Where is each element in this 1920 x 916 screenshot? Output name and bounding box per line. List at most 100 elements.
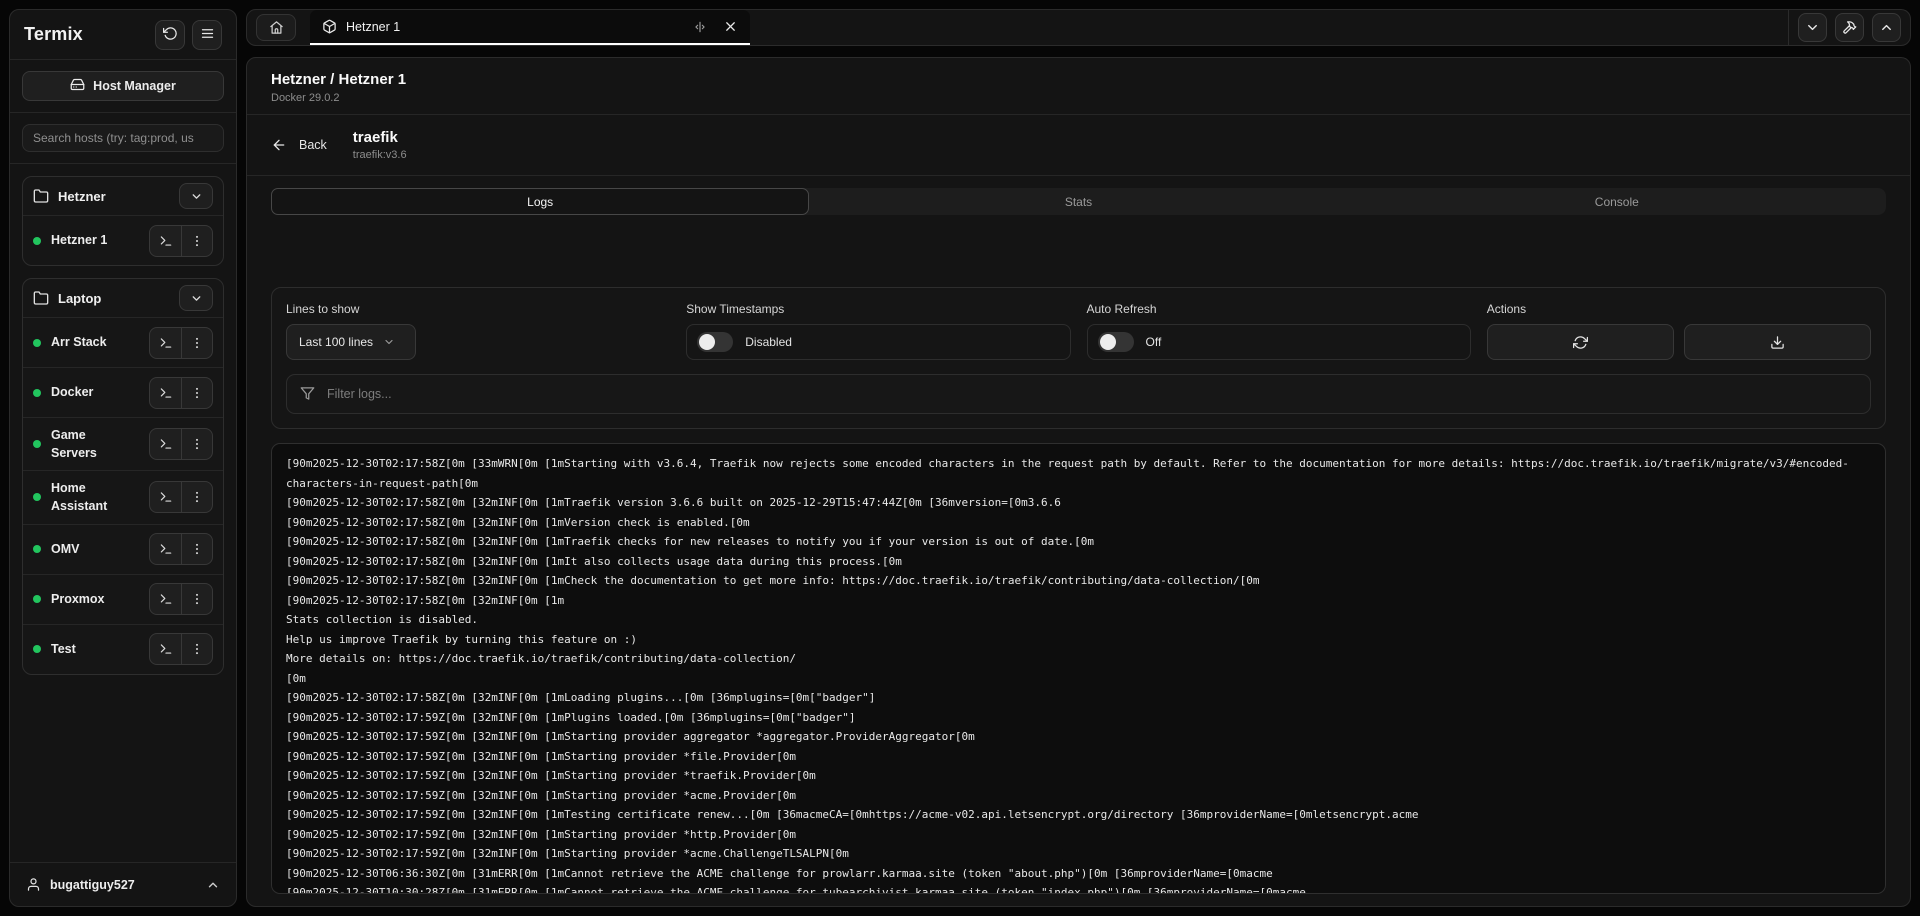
log-filter	[286, 374, 1871, 414]
host-name: Game Servers	[51, 426, 135, 462]
lines-to-show-value: Last 100 lines	[299, 335, 373, 349]
host-menu-button[interactable]	[181, 378, 212, 408]
folder-icon	[33, 290, 49, 306]
host-manager-button[interactable]: Host Manager	[22, 71, 224, 101]
sidebar-host-game-servers[interactable]: Game Servers	[23, 417, 223, 470]
sidebar-host-test[interactable]: Test	[23, 624, 223, 674]
folder-icon	[33, 188, 49, 204]
sidebar-host-omv[interactable]: OMV	[23, 524, 223, 574]
terminal-icon	[159, 386, 173, 400]
auto-refresh-control: Auto Refresh Off	[1087, 302, 1471, 360]
back-label: Back	[299, 138, 327, 152]
admin-tools-button[interactable]	[1835, 13, 1864, 42]
timestamps-toggle[interactable]	[697, 332, 733, 352]
sidebar-header: Termix	[10, 10, 236, 60]
toggle-knob	[1100, 334, 1116, 350]
tab-console[interactable]: Console	[1348, 188, 1886, 215]
split-view-icon[interactable]	[693, 20, 707, 34]
rotate-ccw-icon	[163, 26, 178, 44]
host-status-dot	[33, 389, 41, 397]
host-menu-button[interactable]	[181, 584, 212, 614]
more-vertical-icon	[190, 336, 204, 350]
group-name: Laptop	[58, 291, 101, 306]
home-button[interactable]	[256, 14, 296, 41]
group-collapse-button[interactable]	[179, 285, 213, 311]
host-terminal-button[interactable]	[150, 482, 181, 512]
download-logs-button[interactable]	[1684, 324, 1871, 360]
sidebar-menu-button[interactable]	[192, 20, 222, 50]
home-icon	[269, 20, 284, 35]
actions-control: Actions	[1487, 302, 1871, 360]
lines-to-show-dropdown[interactable]: Last 100 lines	[286, 324, 416, 360]
container-header: Back traefik traefik:v3.6	[247, 115, 1910, 176]
main-panel: Hetzner / Hetzner 1 Docker 29.0.2 Back t…	[246, 57, 1911, 907]
host-status-dot	[33, 339, 41, 347]
host-menu-button[interactable]	[181, 226, 212, 256]
actions-label: Actions	[1487, 302, 1871, 316]
log-output[interactable]: [90m2025-12-30T02:17:58Z[0m [33mWRN[0m […	[271, 443, 1886, 894]
refresh-hosts-button[interactable]	[155, 20, 185, 50]
search-hosts-input[interactable]	[22, 124, 224, 152]
host-group-laptop: Laptop Arr Stack Docker	[22, 278, 224, 675]
host-menu-button[interactable]	[181, 429, 212, 459]
host-terminal-button[interactable]	[150, 378, 181, 408]
server-title: Hetzner / Hetzner 1	[271, 71, 1886, 88]
container-view: Logs Stats Console Lines to show Last 10…	[247, 176, 1910, 906]
auto-refresh-label: Auto Refresh	[1087, 302, 1471, 316]
menu-icon	[200, 26, 215, 44]
host-menu-button[interactable]	[181, 534, 212, 564]
host-terminal-button[interactable]	[150, 328, 181, 358]
lines-to-show-label: Lines to show	[286, 302, 670, 316]
sidebar-host-home-assistant[interactable]: Home Assistant	[23, 470, 223, 523]
auto-refresh-toggle[interactable]	[1098, 332, 1134, 352]
terminal-icon	[159, 642, 173, 656]
tab-stats[interactable]: Stats	[809, 188, 1347, 215]
host-name: Proxmox	[51, 590, 105, 608]
sidebar-host-hetzner-1[interactable]: Hetzner 1	[23, 215, 223, 265]
panel-down-button[interactable]	[1798, 13, 1827, 42]
show-timestamps-control: Show Timestamps Disabled	[686, 302, 1070, 360]
host-menu-button[interactable]	[181, 482, 212, 512]
sidebar-host-proxmox[interactable]: Proxmox	[23, 574, 223, 624]
hard-drive-icon	[70, 77, 85, 95]
server-package-icon	[322, 19, 337, 34]
host-menu-button[interactable]	[181, 634, 212, 664]
host-terminal-button[interactable]	[150, 429, 181, 459]
user-icon	[26, 877, 41, 892]
user-menu[interactable]: bugattiguy527	[10, 862, 236, 906]
log-text: [90m2025-12-30T02:17:58Z[0m [33mWRN[0m […	[286, 454, 1871, 894]
refresh-cw-icon	[1573, 335, 1588, 350]
back-button[interactable]: Back	[271, 137, 327, 153]
terminal-icon	[159, 234, 173, 248]
tab-title: Hetzner 1	[346, 20, 400, 34]
host-manager-label: Host Manager	[93, 79, 176, 93]
host-name: Arr Stack	[51, 333, 107, 351]
host-terminal-button[interactable]	[150, 584, 181, 614]
terminal-icon	[159, 437, 173, 451]
host-status-dot	[33, 595, 41, 603]
host-terminal-button[interactable]	[150, 534, 181, 564]
host-menu-button[interactable]	[181, 328, 212, 358]
host-status-dot	[33, 545, 41, 553]
topbar: Hetzner 1	[246, 9, 1911, 46]
tab-hetzner-1[interactable]: Hetzner 1	[310, 10, 750, 45]
refresh-logs-button[interactable]	[1487, 324, 1674, 360]
more-vertical-icon	[190, 592, 204, 606]
host-name: Docker	[51, 383, 93, 401]
filter-logs-input[interactable]	[286, 374, 1871, 414]
sidebar-host-docker[interactable]: Docker	[23, 367, 223, 417]
host-terminal-button[interactable]	[150, 226, 181, 256]
host-status-dot	[33, 493, 41, 501]
lines-to-show-control: Lines to show Last 100 lines	[286, 302, 670, 360]
tab-logs[interactable]: Logs	[271, 188, 809, 215]
more-vertical-icon	[190, 386, 204, 400]
panel-up-button[interactable]	[1872, 13, 1901, 42]
host-status-dot	[33, 440, 41, 448]
host-terminal-button[interactable]	[150, 634, 181, 664]
group-collapse-button[interactable]	[179, 183, 213, 209]
close-tab-icon[interactable]	[723, 19, 738, 34]
container-tabs: Logs Stats Console	[271, 188, 1886, 215]
host-group-hetzner: Hetzner Hetzner 1	[22, 176, 224, 266]
sidebar-host-arr-stack[interactable]: Arr Stack	[23, 317, 223, 367]
container-image: traefik:v3.6	[353, 149, 407, 161]
